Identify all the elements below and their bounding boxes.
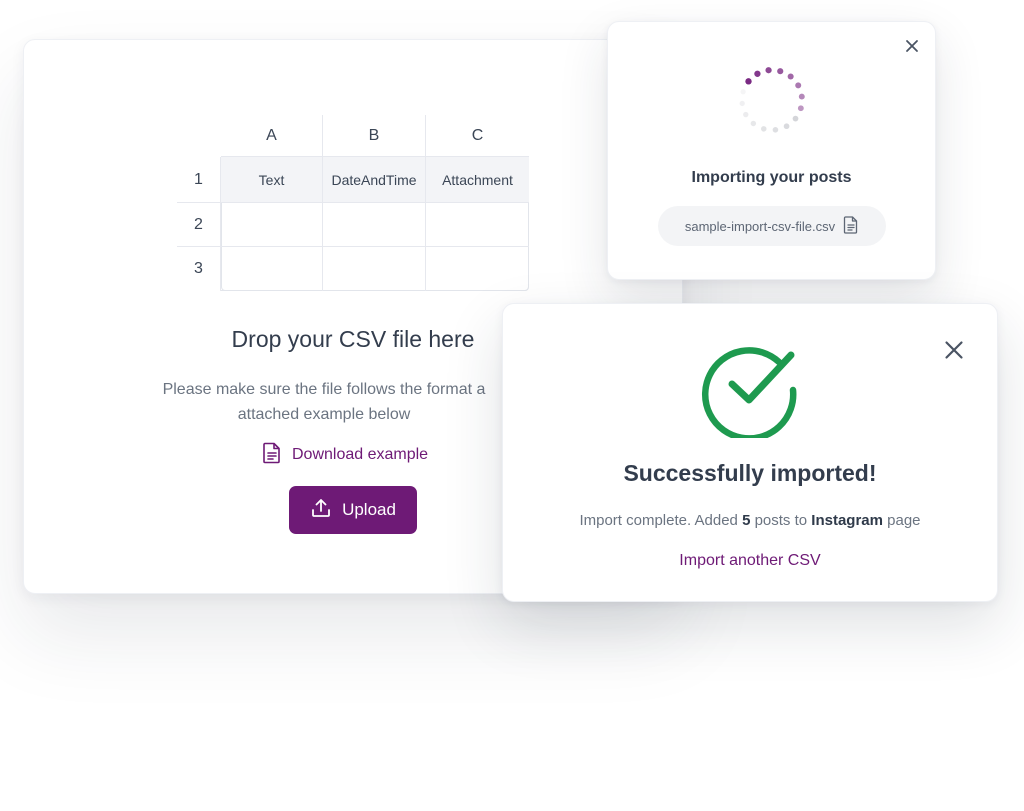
spinner-dot	[798, 93, 805, 100]
sheet-cell	[323, 203, 426, 247]
spinner-dot	[761, 126, 767, 132]
sheet-cell	[221, 247, 323, 291]
spinner-dot	[797, 105, 804, 112]
importing-card: Importing your posts sample-import-csv-f…	[607, 21, 936, 280]
header-cell-text: Text	[221, 157, 323, 203]
loading-spinner-icon	[739, 67, 805, 133]
download-example-link[interactable]: Download example	[262, 442, 428, 468]
spinner-dot	[750, 120, 757, 127]
file-icon	[843, 215, 859, 237]
spinner-dot	[739, 100, 745, 107]
importing-title: Importing your posts	[691, 169, 852, 186]
close-icon[interactable]	[941, 337, 967, 363]
message-prefix: Import complete. Added	[579, 512, 738, 529]
sheet-cell	[221, 203, 323, 247]
file-name-pill: sample-import-csv-file.csv	[658, 206, 886, 246]
download-example-label: Download example	[292, 446, 429, 463]
column-header-a: A	[221, 115, 323, 157]
header-cell-dateandtime: DateAndTime	[323, 157, 426, 203]
close-icon[interactable]	[902, 36, 922, 56]
row-header-3: 3	[177, 247, 221, 291]
document-icon	[262, 442, 282, 469]
row-header-2: 2	[177, 203, 221, 247]
import-success-card: Successfully imported! Import complete. …	[502, 303, 998, 602]
platform-name: Instagram	[811, 512, 883, 529]
posts-count: 5	[742, 512, 751, 529]
upload-icon	[310, 497, 332, 524]
upload-label: Upload	[342, 500, 396, 519]
spinner-dot	[745, 78, 752, 85]
upload-button[interactable]: Upload	[289, 486, 417, 534]
message-mid: posts to	[754, 512, 808, 529]
row-header-1: 1	[177, 157, 221, 203]
success-check-icon	[699, 334, 803, 443]
header-cell-attachment: Attachment	[426, 157, 529, 203]
spinner-dot	[772, 127, 779, 133]
column-header-b: B	[323, 115, 426, 157]
sheet-cell	[426, 203, 529, 247]
spinner-dot	[743, 111, 749, 118]
success-message: Import complete. Added 5 posts to Instag…	[503, 512, 997, 529]
file-name: sample-import-csv-file.csv	[684, 218, 836, 234]
success-title: Successfully imported!	[623, 460, 877, 486]
spinner-dot	[787, 73, 794, 80]
spinner-dot	[792, 115, 799, 122]
sheet-cell	[426, 247, 529, 291]
drop-zone-description: Please make sure the file follows the fo…	[162, 381, 486, 423]
spinner-dot	[777, 68, 784, 75]
spinner-dot	[754, 70, 761, 77]
sheet-cell	[323, 247, 426, 291]
import-another-csv-link[interactable]: Import another CSV	[503, 552, 997, 570]
message-suffix: page	[887, 512, 921, 529]
spinner-dot	[783, 123, 790, 130]
spinner-dot	[740, 89, 746, 95]
column-header-c: C	[426, 115, 529, 157]
spinner-dot	[765, 67, 772, 74]
spinner-dot	[795, 82, 802, 89]
